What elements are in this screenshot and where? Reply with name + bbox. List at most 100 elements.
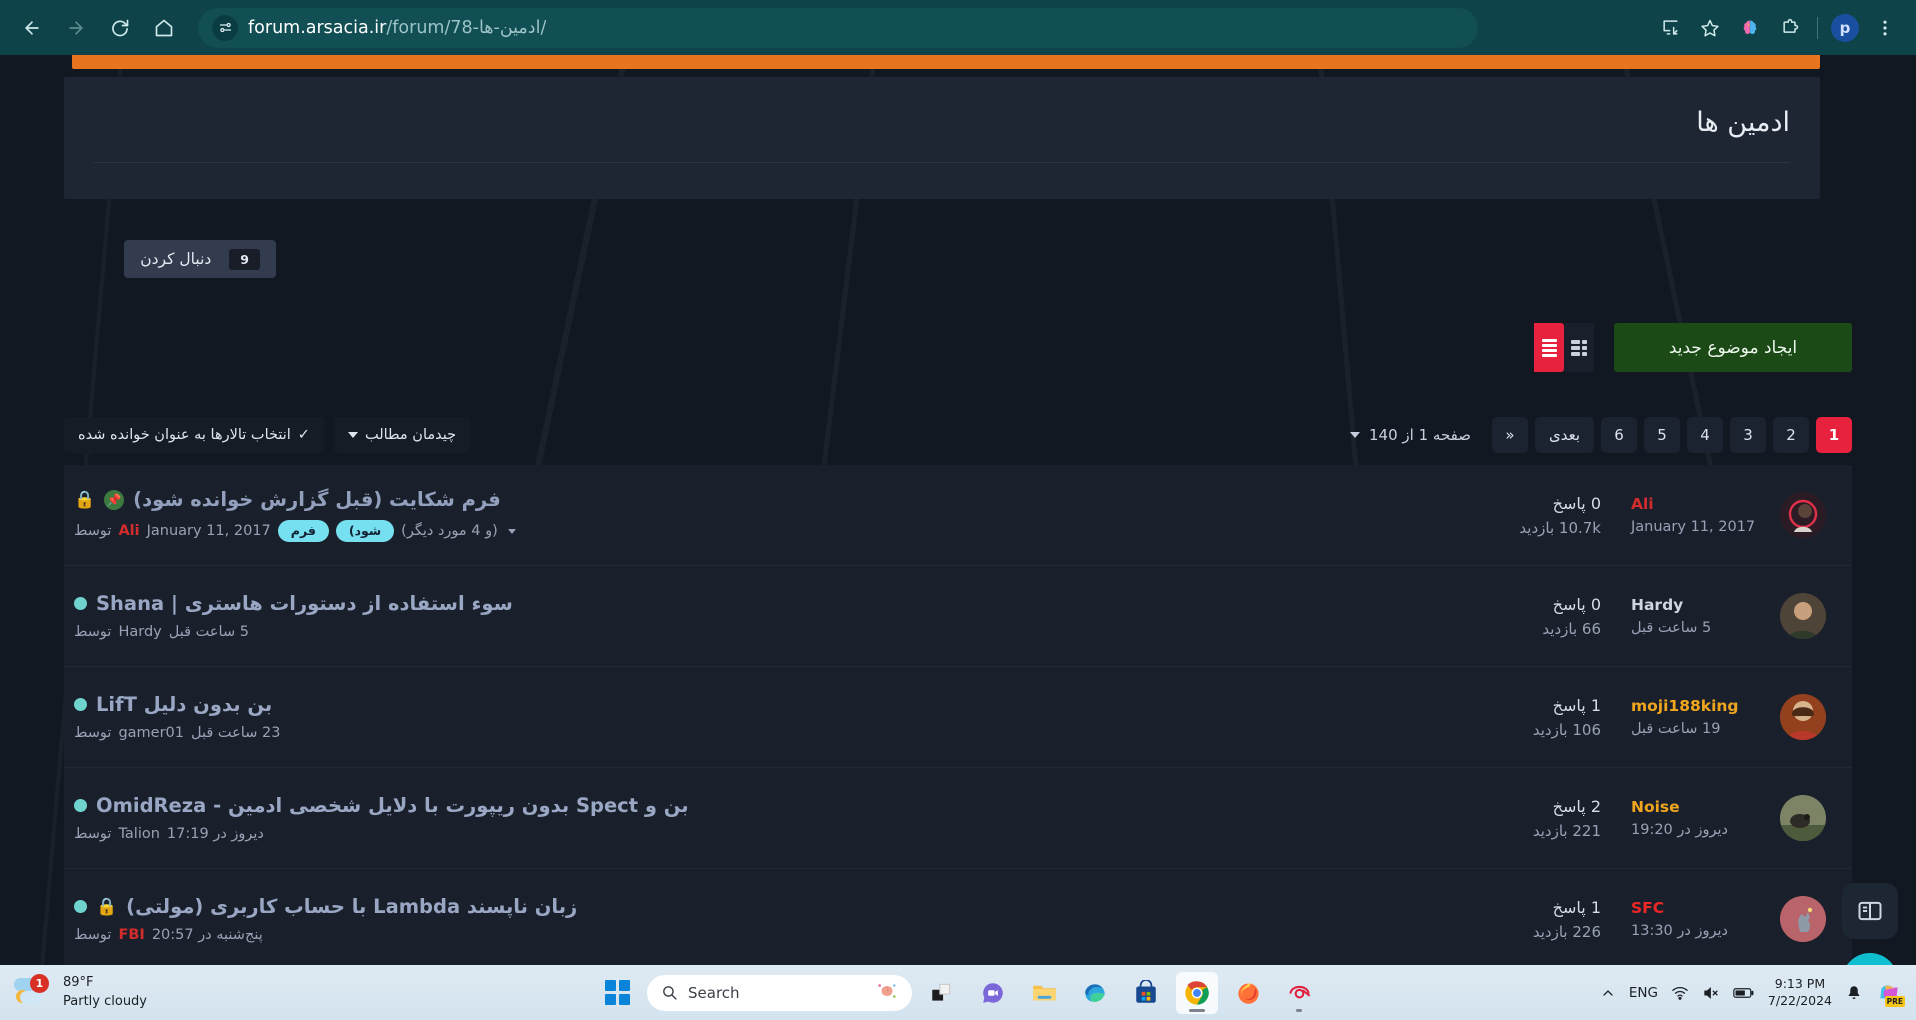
url-text: forum.arsacia.ir/forum/78-ادمین-ها/ xyxy=(248,17,547,38)
widgets-icon[interactable] xyxy=(921,972,963,1014)
thread-title[interactable]: سوء استفاده از دستورات هاستری | Shana xyxy=(96,592,513,615)
new-thread-button[interactable]: ایجاد موضوع جدید xyxy=(1614,323,1852,372)
sort-threads-button[interactable]: چیدمان مطالب xyxy=(333,417,471,453)
view-count: 226 بازدید xyxy=(1532,922,1601,941)
thread-tag[interactable]: فرم xyxy=(277,520,329,542)
microsoft-store-icon[interactable] xyxy=(1125,972,1167,1014)
back-arrow-icon[interactable] xyxy=(12,8,52,48)
arsacia-icon[interactable] xyxy=(1278,972,1320,1014)
battery-icon[interactable] xyxy=(1733,985,1755,1001)
last-post-username[interactable]: Hardy xyxy=(1631,596,1768,614)
mark-forums-read-button[interactable]: ✓ انتخاب تالارها به عنوان خوانده شده xyxy=(64,417,324,453)
unread-indicator-icon[interactable] xyxy=(74,698,87,711)
thread-byline: توسط Hardy 5 ساعت قبل xyxy=(74,624,1425,640)
avatar[interactable] xyxy=(1780,795,1826,841)
page-button-3[interactable]: 3 xyxy=(1730,417,1766,453)
thread-title[interactable]: فرم شکایت (قبل گزارش خوانده شود) xyxy=(133,488,501,511)
avatar[interactable] xyxy=(1780,593,1826,639)
date: 7/22/2024 xyxy=(1767,992,1832,1008)
windows-taskbar: 1 89°F Partly cloudy Search ENG 9:13 PM … xyxy=(0,965,1916,1020)
thread-author[interactable]: Ali xyxy=(118,523,139,539)
reload-icon[interactable] xyxy=(100,8,140,48)
list-view-icon[interactable] xyxy=(1534,323,1564,372)
sort-threads-label: چیدمان مطالب xyxy=(364,427,457,443)
thread-author[interactable]: FBI xyxy=(118,927,144,943)
brain-icon[interactable] xyxy=(1731,9,1769,47)
table-row[interactable]: Noise دیروز در 19:20 2 پاسخ 221 بازدید ب… xyxy=(64,768,1852,869)
page-button-5[interactable]: 5 xyxy=(1644,417,1680,453)
page-button-6[interactable]: 6 xyxy=(1601,417,1637,453)
page-indicator[interactable]: صفحه 1 از 140 xyxy=(1350,426,1471,444)
copilot-icon[interactable]: PRE xyxy=(1876,980,1905,1007)
forward-arrow-icon[interactable] xyxy=(56,8,96,48)
page-button-1[interactable]: 1 xyxy=(1816,417,1852,453)
avatar[interactable] xyxy=(1780,492,1826,538)
site-settings-icon[interactable] xyxy=(212,14,238,41)
thread-title[interactable]: بن و Spect بدون ریپورت با دلایل شخصی ادم… xyxy=(96,794,689,817)
thread-stats: 0 پاسخ 66 بازدید xyxy=(1431,595,1631,638)
chevron-down-icon xyxy=(1350,432,1360,438)
three-dot-menu-icon[interactable] xyxy=(1866,9,1904,47)
forum-header-card: ادمین ها xyxy=(64,77,1820,199)
language-indicator[interactable]: ENG xyxy=(1629,985,1658,1001)
install-app-icon[interactable] xyxy=(1651,9,1689,47)
last-post-username[interactable]: Noise xyxy=(1631,798,1768,816)
avatar[interactable] xyxy=(1780,896,1826,942)
chevron-down-icon xyxy=(347,432,358,438)
last-page-button[interactable]: « xyxy=(1491,417,1528,453)
windows-start-icon[interactable] xyxy=(596,972,638,1014)
next-page-button[interactable]: بعدی xyxy=(1534,417,1594,453)
microsoft-edge-icon[interactable] xyxy=(1074,972,1116,1014)
profile-avatar[interactable]: p xyxy=(1826,9,1864,47)
thread-byline: توسط gamer01 23 ساعت قبل xyxy=(74,725,1425,741)
unread-indicator-icon[interactable] xyxy=(74,597,87,610)
last-post-date: 5 ساعت قبل xyxy=(1631,620,1712,636)
show-hidden-icons-chevron[interactable] xyxy=(1600,985,1616,1001)
thread-stats: 0 پاسخ 10.7k بازدید xyxy=(1431,494,1631,537)
search-input[interactable]: Search xyxy=(647,974,912,1011)
volume-muted-icon[interactable] xyxy=(1702,984,1720,1002)
grid-view-icon[interactable] xyxy=(1564,323,1594,372)
wifi-icon[interactable] xyxy=(1671,984,1689,1002)
thread-tag[interactable]: شود) xyxy=(335,520,395,542)
address-bar[interactable]: forum.arsacia.ir/forum/78-ادمین-ها/ xyxy=(198,7,1478,48)
thread-title[interactable]: زبان ناپسند Lambda با حساب کاربری (مولتی… xyxy=(126,895,577,918)
more-tags-label: (و 4 مورد دیگر) xyxy=(401,523,498,539)
thread-byline: توسط Talion دیروز در 17:19 xyxy=(74,826,1425,842)
chevron-down-icon[interactable] xyxy=(507,528,516,534)
extension-puzzle-icon[interactable] xyxy=(1771,9,1809,47)
page-button-2[interactable]: 2 xyxy=(1773,417,1809,453)
unread-indicator-icon[interactable] xyxy=(74,799,87,812)
thread-info: 🔒 زبان ناپسند Lambda با حساب کاربری (مول… xyxy=(74,895,1431,943)
follow-button[interactable]: 9 دنبال کردن xyxy=(124,240,276,278)
notification-badge: 1 xyxy=(30,973,49,993)
unread-indicator-icon[interactable] xyxy=(74,900,87,913)
thread-author[interactable]: Hardy xyxy=(118,624,161,640)
book-reader-icon[interactable] xyxy=(1842,883,1898,939)
table-row[interactable]: Ali January 11, 2017 0 پاسخ 10.7k بازدید… xyxy=(64,465,1852,566)
weather-widget[interactable]: 1 89°F Partly cloudy xyxy=(14,973,147,1012)
search-placeholder: Search xyxy=(688,983,740,1002)
table-row[interactable]: SFC دیروز در 13:30 1 پاسخ 226 بازدید 🔒 ز… xyxy=(64,869,1852,965)
clock[interactable]: 9:13 PM 7/22/2024 xyxy=(1768,976,1832,1010)
home-icon[interactable] xyxy=(144,8,184,48)
thread-info: 🔒 📌 فرم شکایت (قبل گزارش خوانده شود) توس… xyxy=(74,488,1431,542)
avatar[interactable] xyxy=(1780,694,1826,740)
last-post-username[interactable]: moji188king xyxy=(1631,697,1768,715)
google-chrome-icon[interactable] xyxy=(1176,971,1218,1014)
byline-prefix: توسط xyxy=(74,523,112,539)
firefox-icon[interactable] xyxy=(1227,972,1269,1014)
file-explorer-icon[interactable] xyxy=(1023,972,1065,1014)
table-row[interactable]: moji188king 19 ساعت قبل 1 پاسخ 106 بازدی… xyxy=(64,667,1852,768)
teams-icon[interactable] xyxy=(972,972,1014,1014)
page-button-4[interactable]: 4 xyxy=(1687,417,1723,453)
last-post-username[interactable]: SFC xyxy=(1631,899,1768,917)
last-post-username[interactable]: Ali xyxy=(1631,495,1768,513)
star-icon[interactable] xyxy=(1691,9,1729,47)
table-row[interactable]: Hardy 5 ساعت قبل 0 پاسخ 66 بازدید سوء اس… xyxy=(64,566,1852,667)
byline-prefix: توسط xyxy=(74,927,112,943)
thread-title[interactable]: بن بدون دلیل LifT xyxy=(96,693,272,716)
notification-bell-icon[interactable] xyxy=(1845,984,1863,1002)
thread-author[interactable]: gamer01 xyxy=(118,725,184,741)
thread-author[interactable]: Talion xyxy=(118,826,159,842)
